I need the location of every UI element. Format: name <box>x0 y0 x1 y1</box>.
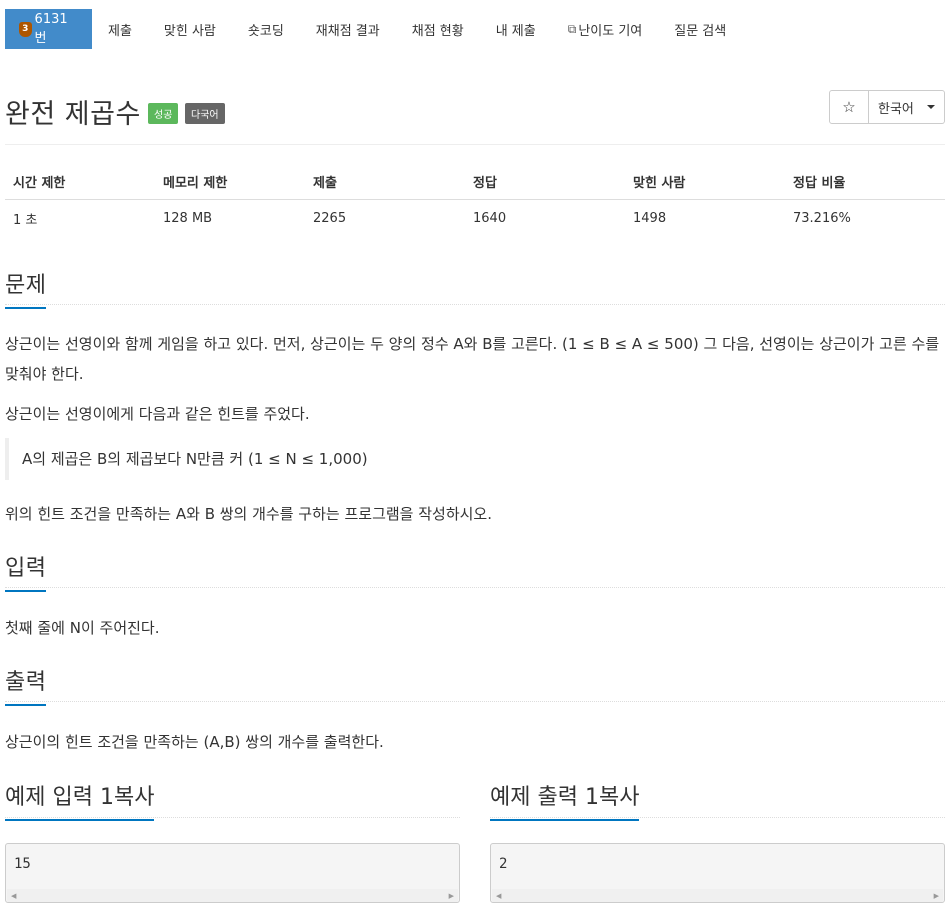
output-description: 상근이의 힌트 조건을 만족하는 (A,B) 쌍의 개수를 출력한다. <box>5 733 384 751</box>
multilang-badge: 다국어 <box>185 103 225 124</box>
nav-submit-label: 제출 <box>108 23 132 39</box>
scroll-right-icon[interactable]: ▶ <box>449 892 454 900</box>
table-row: 1 초 128 MB 2265 1640 1498 73.216% <box>5 200 945 236</box>
header-accept-ratio: 정답 비율 <box>793 175 846 191</box>
nav-solved-users[interactable]: 맞힌 사람 <box>148 9 232 49</box>
scroll-right-icon[interactable]: ▶ <box>934 892 939 900</box>
input-description: 첫째 줄에 N이 주어진다. <box>5 619 160 637</box>
input-section-headline: 입력 <box>5 550 945 592</box>
header-solved-users: 맞힌 사람 <box>633 175 686 191</box>
language-dropdown[interactable]: 한국어 <box>869 90 945 124</box>
star-button[interactable]: ☆ <box>829 90 869 124</box>
nav-rejudge-results[interactable]: 재채점 결과 <box>300 9 396 49</box>
caret-down-icon <box>927 105 935 109</box>
copy-input-button[interactable]: 복사 <box>114 785 154 810</box>
horizontal-scrollbar[interactable]: ◀ ▶ <box>7 889 458 902</box>
nav-rejudge-results-label: 재채점 결과 <box>315 23 380 39</box>
problem-menu: 3 6131번 제출 맞힌 사람 숏코딩 재채점 결과 채점 현황 내 제출 ⧉… <box>5 9 742 49</box>
success-badge: 성공 <box>148 103 179 124</box>
nav-problem-number[interactable]: 3 6131번 <box>5 9 92 49</box>
problem-number-label: 6131번 <box>34 12 68 46</box>
sample-input-heading: 예제 입력 1복사 <box>5 779 155 821</box>
nav-solved-users-label: 맞힌 사람 <box>163 23 216 39</box>
nav-judge-status[interactable]: 채점 현황 <box>396 9 480 49</box>
problem-section-headline: 문제 <box>5 267 945 309</box>
table-header-row: 시간 제한 메모리 제한 제출 정답 맞힌 사람 정답 비율 <box>5 163 945 200</box>
sample-output-headline: 예제 출력 1복사 <box>490 779 945 821</box>
nav-judge-status-label: 채점 현황 <box>411 23 464 39</box>
divider <box>5 144 945 145</box>
sample-output-box[interactable]: 2 ◀ ▶ <box>490 843 945 903</box>
value-memory-limit: 128 MB <box>163 210 213 226</box>
nav-my-submissions-label: 내 제출 <box>495 23 536 39</box>
input-section-title: 입력 <box>5 550 47 592</box>
title-actions: ☆ 한국어 <box>829 90 945 124</box>
sample-input-title: 예제 입력 1 <box>5 785 114 810</box>
nav-short-coding-label: 숏코딩 <box>247 23 284 39</box>
scroll-left-icon[interactable]: ◀ <box>496 892 501 900</box>
sample-output-code: 2 <box>499 856 508 872</box>
nav-difficulty-label: 난이도 기여 <box>578 23 643 39</box>
problem-description-p3: 위의 힌트 조건을 만족하는 A와 B 쌍의 개수를 구하는 프로그램을 작성하… <box>5 505 493 523</box>
sample-output-title: 예제 출력 1 <box>490 785 599 810</box>
headline-rule <box>490 817 945 818</box>
nav-my-submissions[interactable]: 내 제출 <box>480 9 552 49</box>
nav-difficulty-contribution[interactable]: ⧉ 난이도 기여 <box>552 9 659 49</box>
headline-rule <box>5 817 460 818</box>
header-time-limit: 시간 제한 <box>13 175 66 191</box>
page-title: 완전 제곱수 <box>5 99 141 130</box>
header-accepted: 정답 <box>473 175 497 191</box>
value-submissions: 2265 <box>313 210 347 226</box>
sample-input-box[interactable]: 15 ◀ ▶ <box>5 843 460 903</box>
nav-submit[interactable]: 제출 <box>92 9 148 49</box>
headline-rule <box>5 304 945 305</box>
copy-output-button[interactable]: 복사 <box>599 785 639 810</box>
value-solved-users: 1498 <box>633 210 667 226</box>
value-accepted: 1640 <box>473 210 507 226</box>
sample-input-headline: 예제 입력 1복사 <box>5 779 460 821</box>
header-submissions: 제출 <box>313 175 337 191</box>
nav-short-coding[interactable]: 숏코딩 <box>232 9 300 49</box>
external-link-icon: ⧉ <box>567 21 577 36</box>
star-icon: ☆ <box>842 98 856 116</box>
horizontal-scrollbar[interactable]: ◀ ▶ <box>492 889 943 902</box>
hint-blockquote: A의 제곱은 B의 제곱보다 N만큼 커 (1 ≤ N ≤ 1,000) <box>5 438 945 480</box>
sample-output-heading: 예제 출력 1복사 <box>490 779 640 821</box>
headline-rule <box>5 701 945 702</box>
sample-input-code: 15 <box>14 856 31 872</box>
nav-question-search-label: 질문 검색 <box>674 23 727 39</box>
nav-question-search[interactable]: 질문 검색 <box>658 9 742 49</box>
problem-info-table: 시간 제한 메모리 제한 제출 정답 맞힌 사람 정답 비율 1 초 128 M… <box>5 163 945 236</box>
header-memory-limit: 메모리 제한 <box>163 175 228 191</box>
problem-section-title: 문제 <box>5 267 47 309</box>
problem-title-row: 완전 제곱수 성공 다국어 ☆ 한국어 <box>5 88 945 130</box>
output-section-title: 출력 <box>5 664 47 706</box>
tier-badge-icon: 3 <box>19 21 32 37</box>
problem-description-p1: 상근이는 선영이와 함께 게임을 하고 있다. 먼저, 상근이는 두 양의 정수… <box>5 335 940 383</box>
value-time-limit: 1 초 <box>13 212 38 228</box>
output-section-headline: 출력 <box>5 664 945 706</box>
scroll-left-icon[interactable]: ◀ <box>11 892 16 900</box>
language-label: 한국어 <box>878 101 914 117</box>
headline-rule <box>5 587 945 588</box>
value-accept-ratio: 73.216% <box>793 210 851 226</box>
problem-description-p2: 상근이는 선영이에게 다음과 같은 힌트를 주었다. <box>5 405 310 423</box>
